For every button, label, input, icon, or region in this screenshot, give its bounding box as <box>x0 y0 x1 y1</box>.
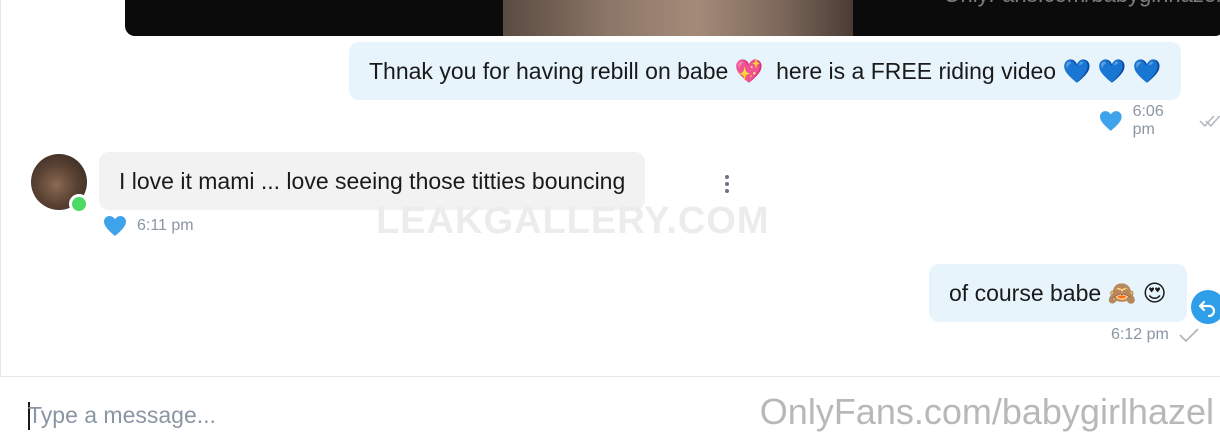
check-icon <box>1179 328 1199 343</box>
message-bubble-outgoing[interactable]: Thnak you for having rebill on babe 💖 he… <box>349 42 1182 100</box>
double-check-icon <box>1199 115 1220 128</box>
message-meta: 6:12 pm <box>1111 326 1199 344</box>
message-text: Thnak you for having rebill on babe <box>369 58 735 84</box>
footer-watermark: OnlyFans.com/babygirlhazel <box>759 391 1214 432</box>
message-bubble-outgoing[interactable]: of course babe 🙈 😍 <box>929 264 1187 322</box>
message-time: 6:06 pm <box>1132 103 1164 138</box>
online-status-icon <box>69 194 89 214</box>
center-watermark: LEAKGALLERY.COM <box>376 200 770 242</box>
message-text: of course babe <box>949 280 1108 306</box>
message-meta: 6:11 pm <box>103 215 194 237</box>
blue-hearts-emoji: 💙 💙 💙 <box>1062 58 1162 84</box>
message-composer: OnlyFans.com/babygirlhazel <box>0 376 1220 445</box>
heart-icon[interactable] <box>1099 110 1123 132</box>
message-text: I love it mami ... love seeing those tit… <box>119 168 626 194</box>
monkey-heart-eyes-emoji: 🙈 😍 <box>1107 280 1167 306</box>
sparkling-heart-emoji: 💖 <box>734 58 764 84</box>
video-watermark: OnlyFans.com/babygirlhazel <box>943 0 1220 8</box>
message-meta: 6:06 pm <box>1099 103 1220 139</box>
message-text: here is a FREE riding video <box>763 58 1063 84</box>
message-time: 6:12 pm <box>1111 326 1169 343</box>
more-vertical-icon[interactable] <box>721 172 733 196</box>
heart-icon[interactable] <box>103 215 127 237</box>
message-time: 6:11 pm <box>137 217 194 234</box>
message-input[interactable] <box>28 399 688 431</box>
chat-thread: OnlyFans.com/babygirlhazel Thnak you for… <box>0 0 1220 376</box>
video-thumbnail <box>503 0 853 36</box>
video-message-preview[interactable]: OnlyFans.com/babygirlhazel <box>125 0 1220 36</box>
undo-icon[interactable] <box>1191 290 1220 324</box>
